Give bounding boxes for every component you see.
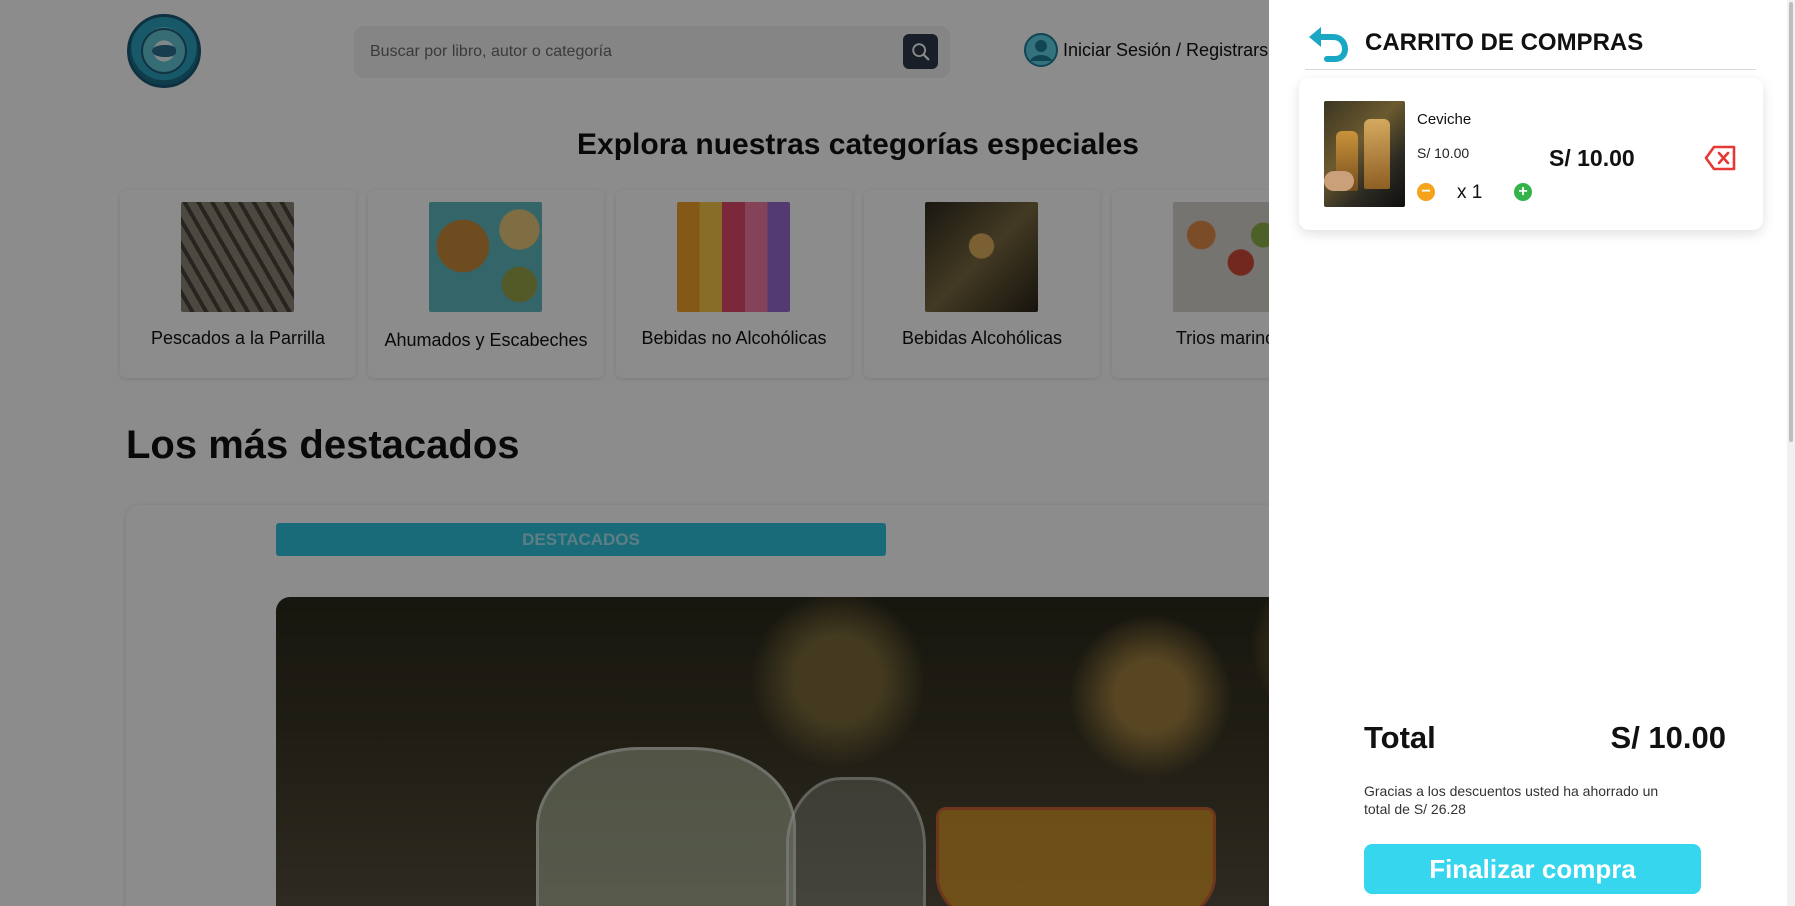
cart-drawer: CARRITO DE COMPRAS Ceviche S/ 10.00 S/ 1…: [1269, 0, 1795, 906]
page: Iniciar Sesión / Registrarse Explora nue…: [0, 0, 1795, 906]
plus-icon: +: [1518, 183, 1528, 200]
cart-title: CARRITO DE COMPRAS: [1365, 28, 1644, 56]
cart-item-quantity: x 1: [1457, 182, 1483, 203]
backspace-icon: [1704, 145, 1736, 171]
cart-item-unit-price: S/ 10.00: [1417, 145, 1470, 161]
decrease-quantity-button[interactable]: −: [1417, 183, 1435, 201]
cart-item-image: [1324, 101, 1405, 207]
back-button[interactable]: [1305, 21, 1349, 65]
remove-item-button[interactable]: [1704, 144, 1738, 172]
minus-icon: −: [1421, 183, 1431, 200]
savings-message: Gracias a los descuentos usted ha ahorra…: [1364, 783, 1659, 817]
back-arrow-icon: [1309, 26, 1349, 62]
increase-quantity-button[interactable]: +: [1514, 183, 1532, 201]
cart-item-name: Ceviche: [1417, 111, 1472, 128]
total-value: S/ 10.00: [1610, 720, 1726, 755]
scrollbar-thumb[interactable]: [1789, 2, 1793, 442]
checkout-button[interactable]: Finalizar compra: [1364, 844, 1701, 894]
cart-item: Ceviche S/ 10.00 S/ 10.00 − x 1 +: [1299, 78, 1763, 230]
total-label: Total: [1364, 720, 1436, 755]
cart-item-total: S/ 10.00: [1549, 145, 1635, 171]
cart-header: CARRITO DE COMPRAS: [1305, 16, 1756, 70]
